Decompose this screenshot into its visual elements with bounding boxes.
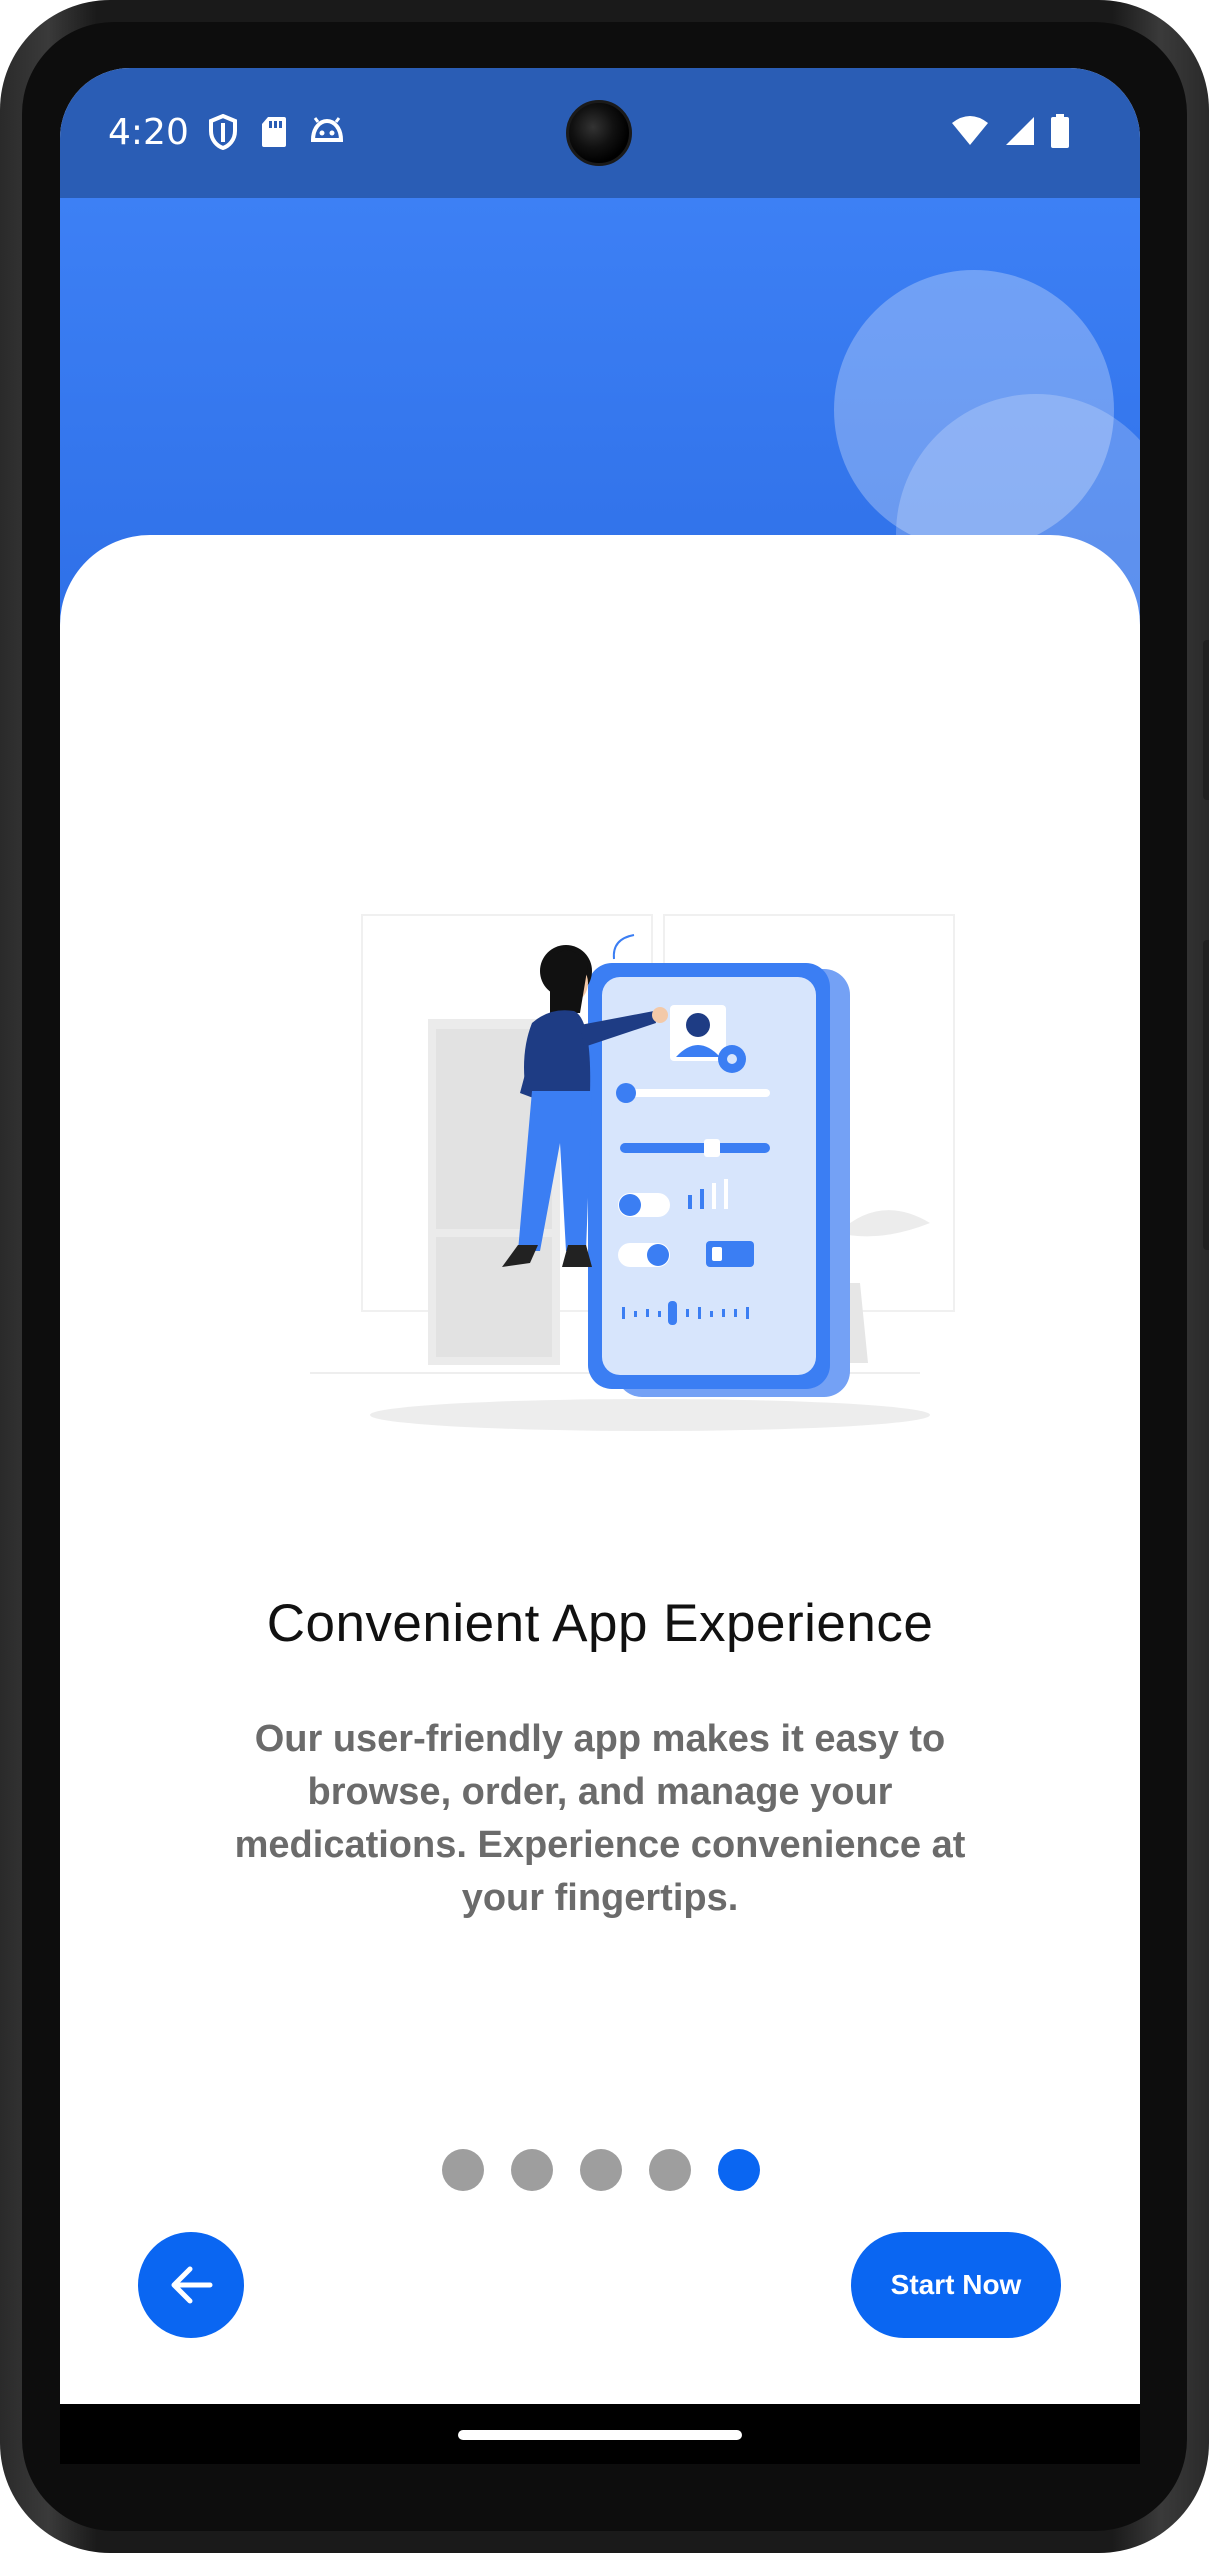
status-time: 4:20 bbox=[108, 112, 189, 153]
status-icons-right bbox=[950, 114, 1070, 148]
page-dot-active[interactable] bbox=[718, 2149, 760, 2191]
sd-card-icon bbox=[262, 117, 286, 147]
page-dot[interactable] bbox=[580, 2149, 622, 2191]
page-dot[interactable] bbox=[442, 2149, 484, 2191]
device-frame: 4:20 Convenient App Experience Our user-… bbox=[0, 0, 1209, 2553]
signal-icon bbox=[1006, 117, 1034, 145]
onboarding-card bbox=[60, 535, 1140, 2405]
onboarding-illustration bbox=[310, 914, 955, 1431]
page-indicator bbox=[442, 2149, 760, 2191]
front-camera bbox=[566, 100, 632, 166]
screen: 4:20 Convenient App Experience Our user-… bbox=[60, 68, 1140, 2464]
page-dot[interactable] bbox=[511, 2149, 553, 2191]
wifi-icon bbox=[952, 116, 988, 145]
start-now-button[interactable]: Start Now bbox=[851, 2232, 1061, 2338]
shield-icon bbox=[209, 114, 237, 150]
onboarding-title: Convenient App Experience bbox=[266, 1594, 934, 1653]
page-dot[interactable] bbox=[649, 2149, 691, 2191]
volume-button bbox=[1203, 940, 1209, 1250]
battery-icon bbox=[1051, 114, 1069, 148]
power-button bbox=[1203, 640, 1209, 800]
status-icons-left bbox=[208, 114, 344, 150]
status-bar: 4:20 bbox=[60, 68, 1140, 198]
back-button[interactable] bbox=[138, 2232, 244, 2338]
arrow-left-icon bbox=[171, 2266, 213, 2304]
android-face-icon bbox=[310, 117, 344, 142]
home-gesture-handle[interactable] bbox=[458, 2430, 742, 2440]
onboarding-description: Our user-friendly app makes it easy to b… bbox=[234, 1718, 966, 1919]
